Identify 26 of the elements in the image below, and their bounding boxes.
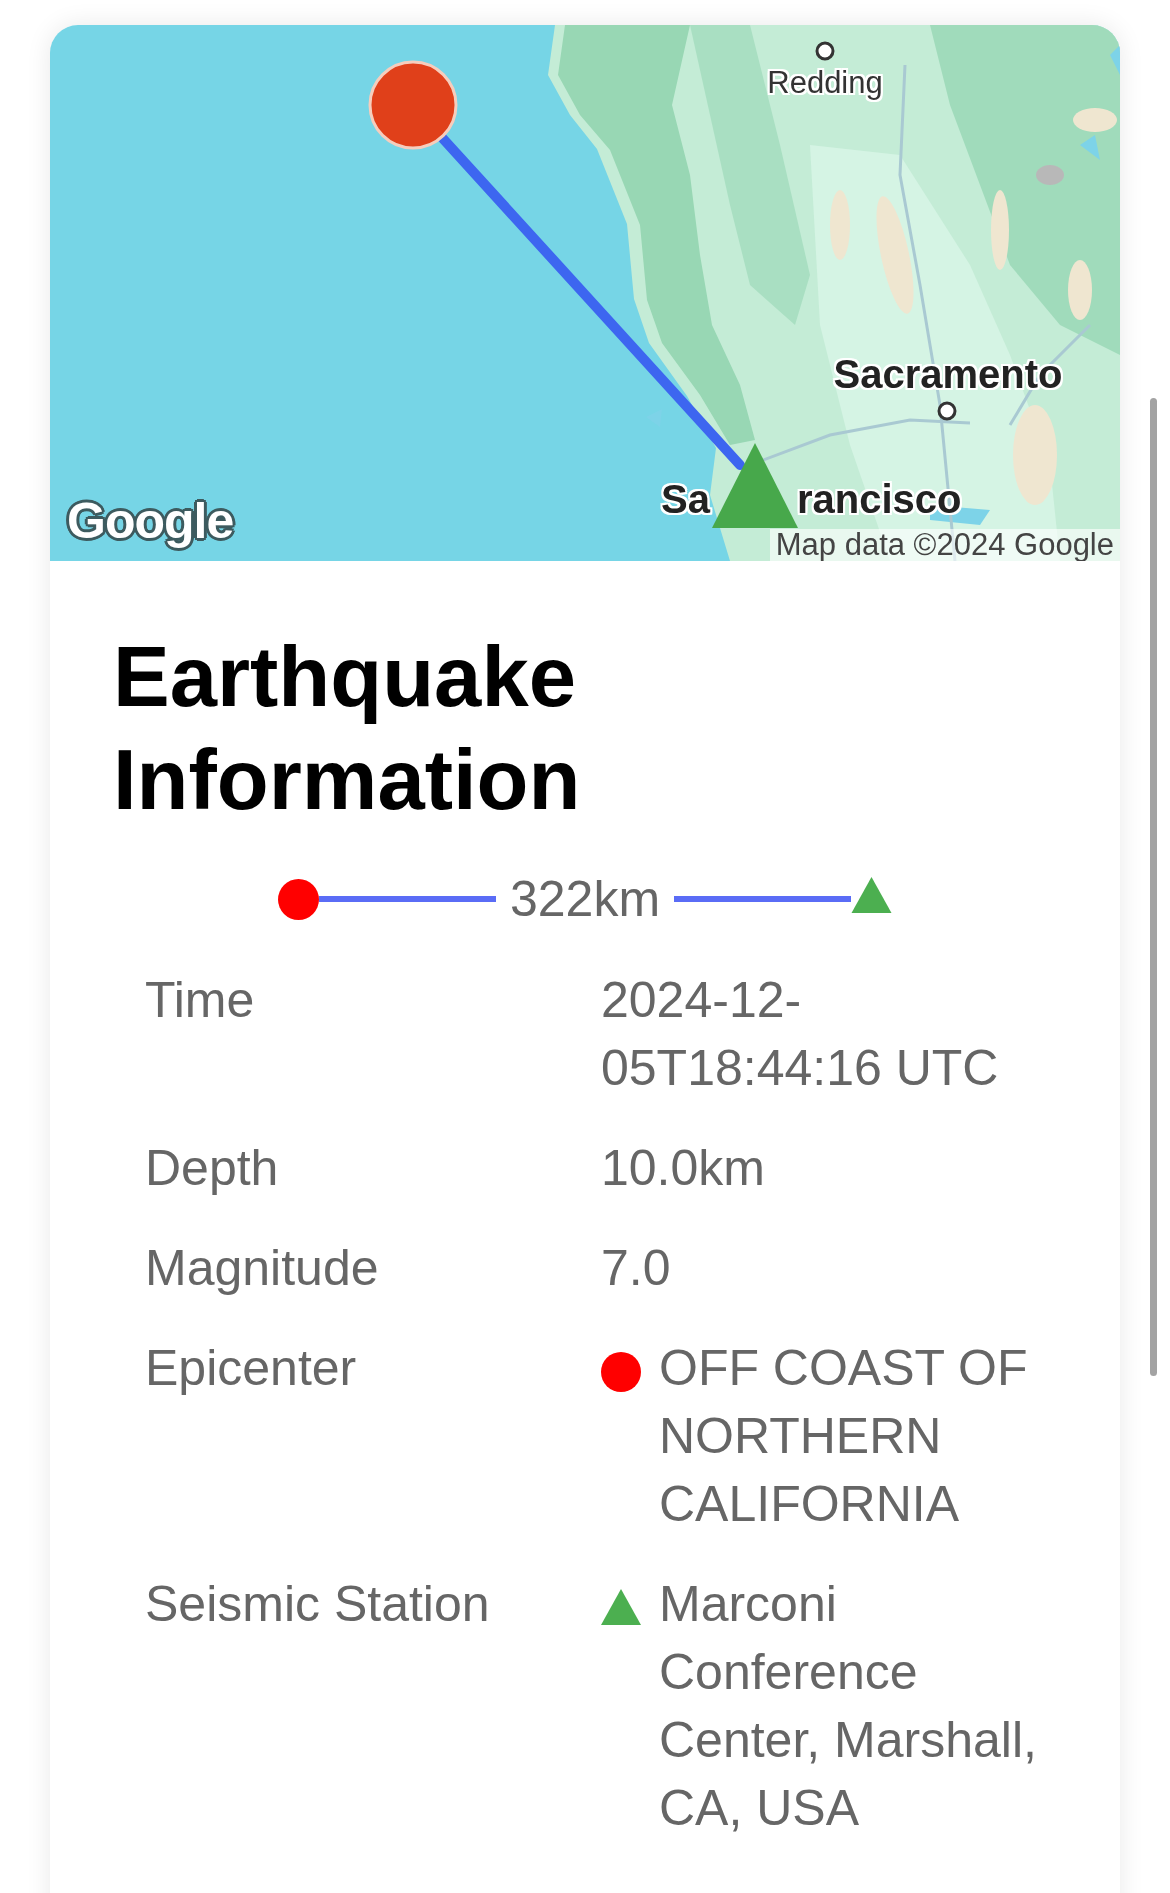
dot-icon [601,1352,641,1392]
triangle-icon [601,1589,641,1625]
dot-icon [277,878,319,920]
detail-label: Epicenter [145,1339,358,1398]
triangle-icon [851,877,893,913]
detail-value: Marconi Conference Center, Marshall, CA, USA [659,1575,1038,1838]
detail-value: 7.0 [601,1239,672,1298]
page-title: Earthquake Information [113,628,582,829]
map-label: Sacramento [833,354,1063,394]
map-attribution[interactable]: Map data ©2024 Google [769,529,1120,561]
detail-label: Time [145,971,256,1030]
map-label: rancisco [797,479,962,519]
detail-label: Magnitude [145,1239,380,1298]
detail-value: OFF COAST OF NORTHERN CALIFORNIA [659,1339,1029,1534]
circle-marker-icon[interactable] [368,60,458,150]
detail-label: Depth [145,1139,280,1198]
map-label: Redding [767,66,883,98]
map-logo: Google [66,492,235,551]
triangle-marker-icon[interactable] [712,443,798,528]
detail-value: 10.0km [601,1139,766,1198]
detail-value: 2024-12-05T18:44:16 UTC [601,971,1000,1098]
detail-label: Seismic Station [145,1575,491,1634]
city-dot-icon [937,401,957,421]
distance-label: 322km [509,870,661,929]
map-label: Sa [661,479,710,519]
city-dot-icon [815,41,835,61]
